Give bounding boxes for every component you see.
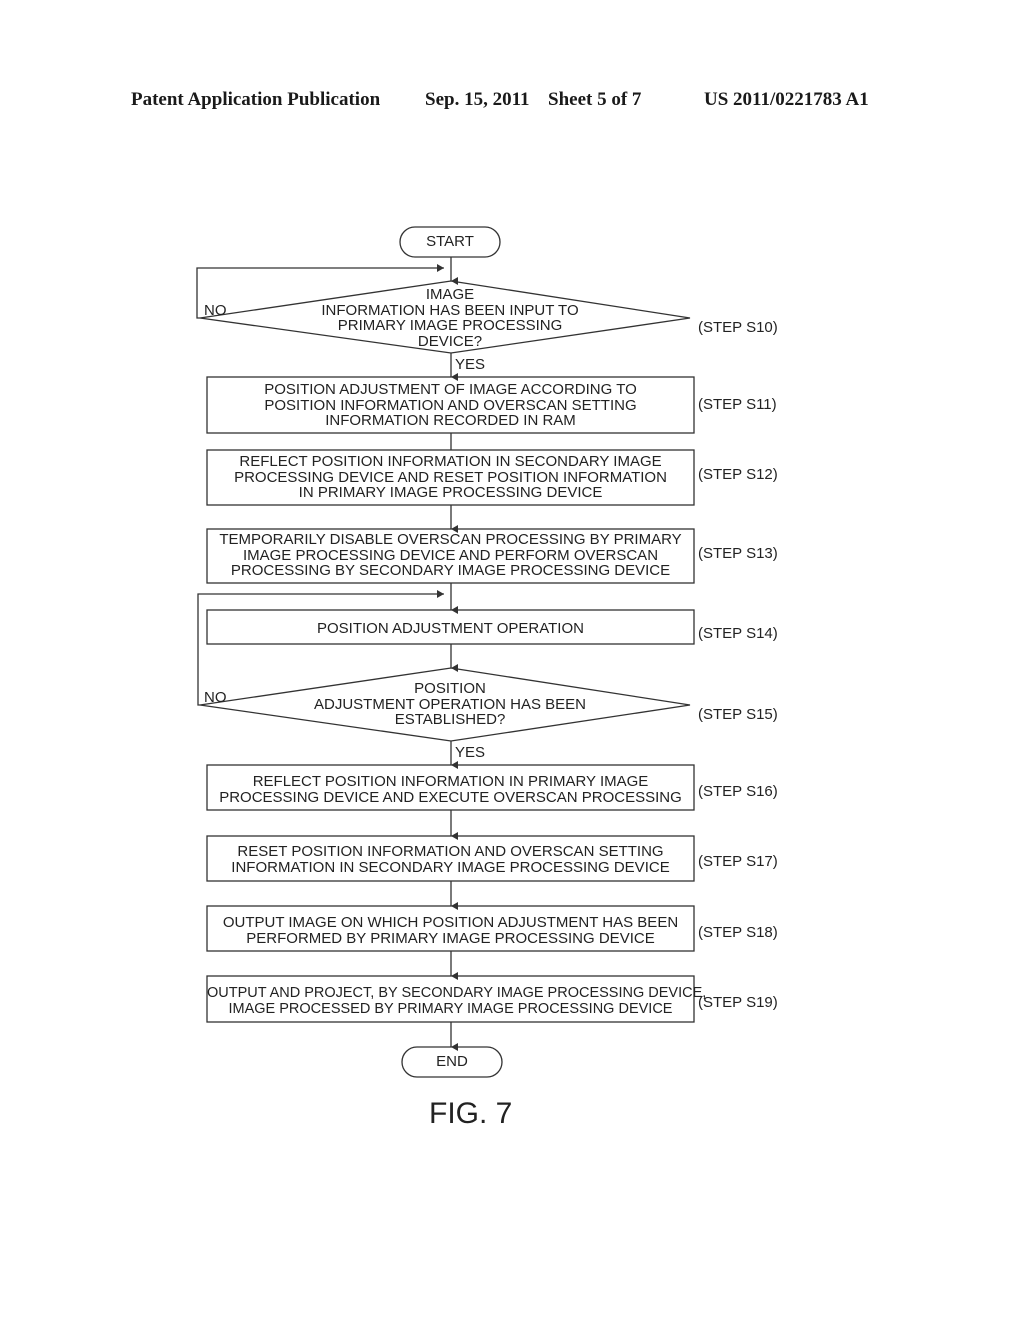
step-label-s17: (STEP S17) <box>698 853 778 870</box>
process-s11-text: POSITION ADJUSTMENT OF IMAGE ACCORDING T… <box>264 381 637 429</box>
process-s13-text: TEMPORARILY DISABLE OVERSCAN PROCESSING … <box>219 531 682 579</box>
s10-no-label: NO <box>204 302 227 319</box>
process-s16-text: REFLECT POSITION INFORMATION IN PRIMARY … <box>219 773 682 806</box>
step-label-s12: (STEP S12) <box>698 466 778 483</box>
s15-no-label: NO <box>204 689 227 706</box>
decision-s15-text: POSITION ADJUSTMENT OPERATION HAS BEEN E… <box>314 680 586 728</box>
step-label-s16: (STEP S16) <box>698 783 778 800</box>
step-label-s10: (STEP S10) <box>698 319 778 336</box>
s10-yes-label: YES <box>455 356 486 373</box>
process-s19-text: OUTPUT AND PROJECT, BY SECONDARY IMAGE P… <box>207 985 707 1017</box>
step-label-s13: (STEP S13) <box>698 545 778 562</box>
start-label: START <box>426 233 474 250</box>
step-label-s18: (STEP S18) <box>698 924 778 941</box>
decision-s10-text: IMAGE INFORMATION HAS BEEN INPUT TO PRIM… <box>321 286 579 350</box>
end-label: END <box>436 1053 468 1070</box>
step-label-s15: (STEP S15) <box>698 706 778 723</box>
step-label-s19: (STEP S19) <box>698 994 778 1011</box>
process-s12-text: REFLECT POSITION INFORMATION IN SECONDAR… <box>234 453 667 501</box>
step-label-s11: (STEP S11) <box>698 396 777 413</box>
s15-yes-label: YES <box>455 744 486 761</box>
process-s14-text: POSITION ADJUSTMENT OPERATION <box>317 620 584 637</box>
figure-label: FIG. 7 <box>429 1097 513 1130</box>
process-s18-text: OUTPUT IMAGE ON WHICH POSITION ADJUSTMEN… <box>222 914 679 947</box>
process-s17-text: RESET POSITION INFORMATION AND OVERSCAN … <box>231 843 670 876</box>
step-label-s14: (STEP S14) <box>698 625 778 642</box>
